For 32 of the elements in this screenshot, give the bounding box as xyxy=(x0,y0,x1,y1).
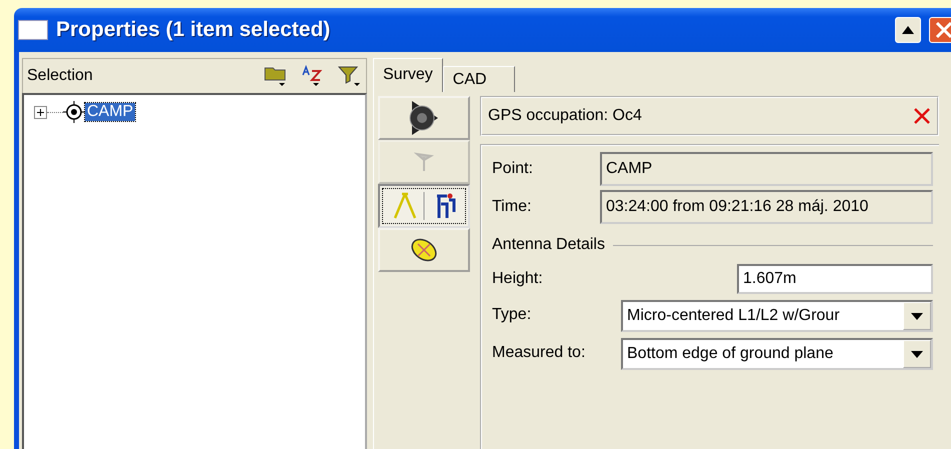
down-triangle-icon xyxy=(911,350,923,358)
readonly-field: CAMP xyxy=(600,152,933,186)
readonly-field: 03:24:00 from 09:21:16 28 máj. 2010 xyxy=(600,190,933,224)
close-icon[interactable] xyxy=(913,107,931,125)
dropdown[interactable]: Micro-centered L1/L2 w/Grour xyxy=(621,300,933,332)
expand-icon[interactable] xyxy=(34,106,47,118)
window-icon xyxy=(18,20,48,40)
up-triangle-icon xyxy=(902,26,914,34)
occupation-title: GPS occupation: Oc4 xyxy=(488,107,643,125)
field-label: Type: xyxy=(492,306,532,324)
tab[interactable]: CAD xyxy=(442,66,515,92)
plus-icon xyxy=(36,108,45,116)
tool-button[interactable] xyxy=(378,184,470,228)
down-triangle-icon xyxy=(911,312,923,320)
field-label: Time: xyxy=(492,198,532,216)
flag-icon xyxy=(414,151,434,173)
section-title: Antenna Details xyxy=(492,236,605,254)
field-label: Height: xyxy=(492,270,544,288)
window-title: Properties (1 item selected) xyxy=(56,18,332,42)
close-button[interactable] xyxy=(929,17,951,43)
height-field[interactable]: 1.607m xyxy=(737,264,933,294)
filter-icon[interactable] xyxy=(338,65,362,87)
sort-icon[interactable] xyxy=(302,65,324,87)
field-label: Point: xyxy=(492,160,534,178)
field-label: Measured to: xyxy=(492,344,586,362)
tree-item[interactable]: CAMP xyxy=(85,103,136,121)
dropdown[interactable]: Bottom edge of ground plane xyxy=(621,338,933,370)
selection-title: Selection xyxy=(27,67,94,85)
tab[interactable]: Survey xyxy=(373,58,443,92)
collapse-button[interactable] xyxy=(895,17,921,43)
folder-icon[interactable] xyxy=(264,65,288,87)
close-icon xyxy=(934,20,951,40)
